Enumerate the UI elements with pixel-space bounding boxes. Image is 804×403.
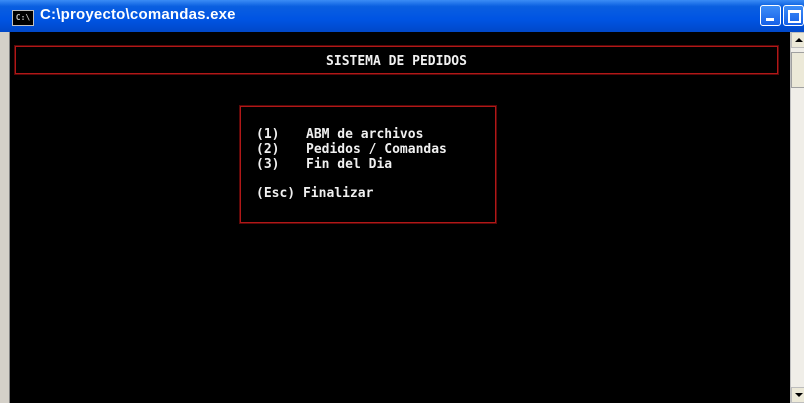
system-title: SISTEMA DE PEDIDOS: [326, 54, 467, 69]
menu-item-exit[interactable]: (Esc) Finalizar: [256, 187, 373, 200]
header-frame: SISTEMA DE PEDIDOS: [14, 45, 779, 75]
menu-item-key: (2): [256, 142, 280, 157]
menu-item-3[interactable]: (3) Fin del Dia: [256, 158, 392, 171]
scroll-up-arrow-icon[interactable]: [791, 32, 804, 48]
scroll-thumb[interactable]: [791, 52, 804, 88]
console-window: C:\ C:\proyecto\comandas.exe SISTEMA DE …: [0, 0, 804, 403]
menu-item-label: Pedidos / Comandas: [306, 142, 447, 157]
menu-item-2[interactable]: (2) Pedidos / Comandas: [256, 143, 447, 156]
maximize-button[interactable]: [783, 5, 804, 26]
menu-item-1[interactable]: (1) ABM de archivos: [256, 128, 423, 141]
menu-item-key: (1): [256, 127, 280, 142]
title-bar[interactable]: C:\ C:\proyecto\comandas.exe: [0, 0, 804, 32]
window-left-border: [0, 32, 10, 403]
window-title: C:\proyecto\comandas.exe: [40, 6, 236, 23]
menu-item-label: ABM de archivos: [306, 127, 424, 142]
minimize-button[interactable]: [760, 5, 781, 26]
scroll-down-arrow-icon[interactable]: [791, 387, 804, 403]
menu-item-key: (3): [256, 157, 280, 172]
main-menu-frame: (1) ABM de archivos (2) Pedidos / Comandas…: [239, 105, 497, 224]
vertical-scrollbar[interactable]: [790, 32, 804, 403]
console-app-icon[interactable]: C:\: [12, 10, 34, 26]
menu-item-key: (Esc): [256, 186, 296, 201]
menu-item-label: Finalizar: [302, 186, 374, 201]
menu-item-label: Fin del Dia: [306, 157, 393, 172]
